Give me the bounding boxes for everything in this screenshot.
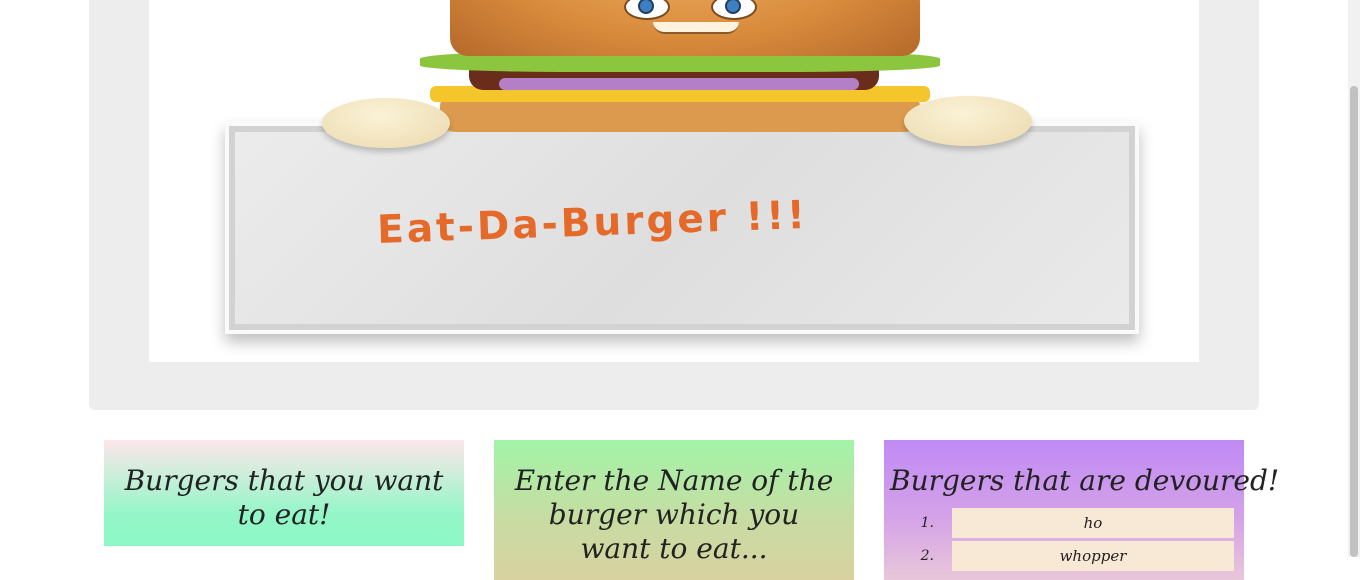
right-hand-icon — [904, 96, 1032, 146]
scrollbar-thumb[interactable] — [1350, 86, 1358, 557]
left-hand-icon — [322, 98, 450, 148]
mouth-icon — [653, 22, 739, 34]
enter-burger-title: Enter the Name of the burger which you w… — [514, 464, 834, 565]
onion-layer — [499, 78, 859, 90]
devoured-title: Burgers that are devoured! — [890, 464, 1280, 497]
list-item: 1. ho — [904, 508, 1234, 538]
jumbotron: Eat-Da-Burger !!! — [89, 0, 1259, 410]
list-item-name[interactable]: ho — [952, 508, 1234, 538]
devoured-list: 1. ho 2. whopper — [904, 508, 1234, 574]
list-item-number: 1. — [920, 515, 934, 531]
want-to-eat-title: Burgers that you want to eat! — [124, 464, 444, 531]
scrollbar[interactable] — [1348, 0, 1360, 557]
list-item-name[interactable]: whopper — [952, 541, 1234, 571]
devoured-card: Burgers that are devoured! 1. ho 2. whop… — [884, 440, 1280, 580]
list-item-number: 2. — [920, 548, 934, 564]
enter-burger-card: Enter the Name of the burger which you w… — [494, 440, 854, 580]
want-to-eat-card: Burgers that you want to eat! — [104, 440, 464, 546]
banner-image: Eat-Da-Burger !!! — [149, 0, 1199, 362]
list-item: 2. whopper — [904, 541, 1234, 571]
